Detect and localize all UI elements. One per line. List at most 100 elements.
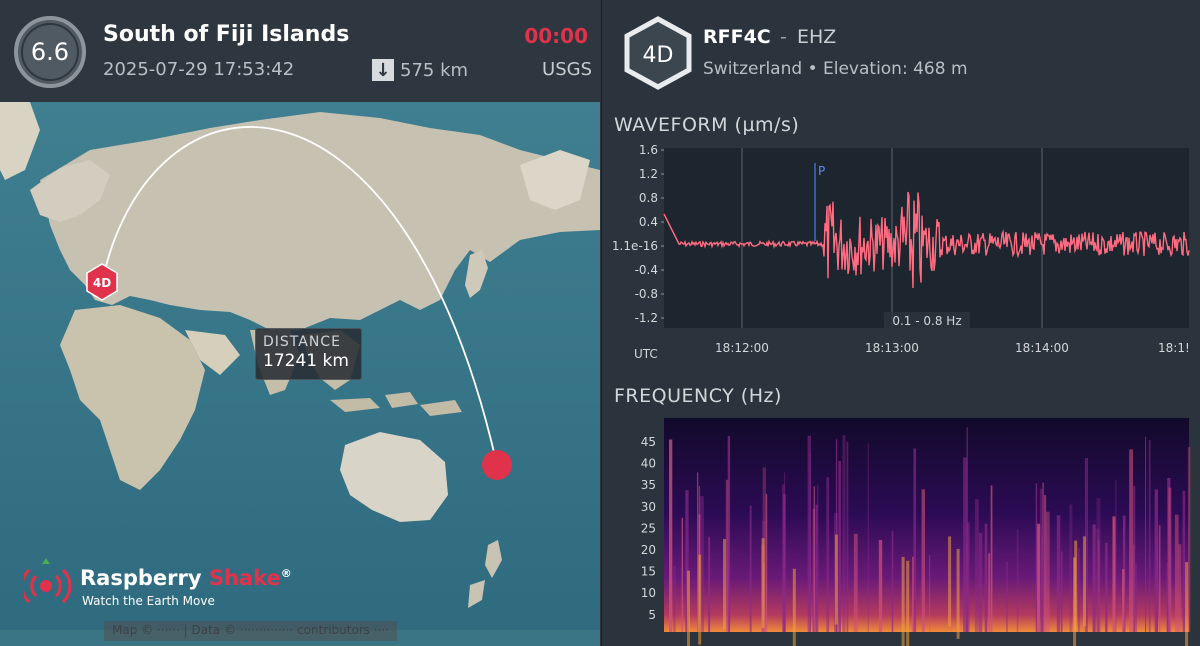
spectrogram-streak	[1035, 483, 1038, 632]
spectrogram-bright-streak	[1083, 536, 1086, 627]
spectrogram-streak	[1045, 511, 1050, 632]
depth-arrow-icon: ↓	[372, 59, 394, 81]
event-depth: ↓ 575 km	[372, 59, 468, 81]
spectrogram-streak	[1135, 563, 1137, 632]
filter-label: 0.1 - 0.8 Hz	[892, 314, 961, 328]
waveform-y-tick: 0.4	[639, 215, 658, 229]
spectrogram-streak	[1039, 488, 1044, 632]
spectrogram-streak	[1096, 498, 1101, 632]
spectrogram-streak	[669, 439, 673, 632]
spectrogram-streak	[1182, 490, 1186, 632]
spectrogram-bright-streak	[1073, 557, 1077, 646]
event-source[interactable]: USGS	[542, 59, 592, 80]
waveform-x-tick: 18:13:00	[865, 341, 919, 355]
spectrogram-streak	[842, 435, 846, 632]
raspberry-shake-icon	[24, 558, 72, 604]
spectrogram-streak	[1105, 543, 1108, 632]
spectrogram-chart[interactable]: 45 40 35 30 25 20 15 10 5	[602, 412, 1200, 646]
spectrogram-streak	[1069, 504, 1073, 632]
spectrogram-y-tick: 30	[641, 500, 656, 514]
spectrogram-streak	[838, 461, 841, 632]
spectrogram-streak	[913, 448, 917, 632]
spectrogram-streak	[966, 427, 968, 632]
elapsed-timer: 00:00	[524, 24, 588, 48]
utc-label: UTC	[634, 347, 658, 361]
waveform-y-tick: 1.2	[639, 167, 658, 181]
raspberry-shake-logo[interactable]: Raspberry Shake® Watch the Earth Move	[24, 556, 324, 612]
spectrogram-streak	[978, 533, 983, 632]
spectrogram-streak	[1016, 529, 1019, 632]
spectrogram-bright-streak	[948, 536, 952, 627]
spectrogram-streak	[1122, 569, 1125, 632]
spectrogram-streak	[1036, 523, 1041, 632]
logo-name: Raspberry Shake®	[80, 566, 292, 590]
spectrogram-streak	[984, 523, 988, 632]
spectrogram-streak	[708, 536, 711, 632]
logo-reg: ®	[280, 567, 292, 580]
spectrogram-bright-streak	[761, 538, 765, 629]
spectrogram-streak	[1156, 536, 1158, 632]
spectrogram-streak	[1148, 439, 1151, 632]
spectrogram-streak	[1129, 449, 1133, 632]
spectrogram-bright-streak	[901, 556, 905, 646]
spectrogram-bright-streak	[906, 560, 910, 646]
distance-tooltip: DISTANCE 17241 km	[255, 328, 362, 380]
spectrogram-streak	[813, 486, 815, 632]
map-attribution[interactable]: Map © ······ | Data © ·············· con…	[104, 621, 398, 641]
event-title[interactable]: South of Fiji Islands	[103, 22, 349, 47]
spectrogram-bright-streak	[687, 570, 690, 646]
waveform-y-tick: -0.8	[635, 287, 658, 301]
spectrogram-streak	[846, 441, 849, 632]
spectrogram-streak	[1174, 514, 1179, 632]
spectrogram-y-tick: 35	[641, 478, 656, 492]
spectrogram-streak	[929, 554, 931, 632]
station-separator: -	[780, 26, 787, 48]
spectrogram-streak	[1078, 548, 1080, 632]
spectrogram-streak	[1168, 487, 1172, 632]
spectrogram-streak	[990, 485, 993, 632]
epicenter-marker[interactable]	[482, 450, 512, 480]
spectrogram-streak	[912, 556, 914, 632]
spectrogram-y-tick: 20	[641, 543, 656, 557]
event-panel: 6.6 South of Fiji Islands 2025-07-29 17:…	[0, 0, 600, 646]
spectrogram-y-tick: 40	[641, 457, 656, 471]
spectrogram-bright-streak	[834, 534, 838, 625]
world-map[interactable]: 4D DISTANCE 17241 km Raspberry Shake® Wa…	[0, 102, 600, 646]
waveform-svg[interactable]: 1.6 1.2 0.8 0.4 1.1e-16 -0.4 -0.8 -1.2 18:12:00…	[602, 138, 1200, 368]
waveform-y-tick: 1.1e-16	[612, 239, 658, 253]
waveform-x-tick: 18:14:00	[1015, 341, 1069, 355]
spectrogram-streak	[1056, 515, 1061, 632]
filter-badge: 0.1 - 0.8 Hz	[884, 312, 970, 329]
spectrogram-y-tick: 45	[641, 435, 656, 449]
station-code[interactable]: RFF4C	[703, 26, 771, 48]
spectrogram-streak	[1044, 495, 1047, 632]
spectrogram-streak	[697, 472, 699, 632]
spectrogram-streak	[784, 472, 786, 632]
waveform-title: WAVEFORM (µm/s)	[614, 114, 800, 136]
spectrogram-streak	[816, 485, 819, 632]
spectrogram-streak	[988, 553, 991, 632]
spectrogram-streak	[1061, 551, 1063, 632]
spectrogram-y-tick: 15	[641, 565, 656, 579]
station-badge-label: 4D	[643, 43, 674, 68]
spectrogram-streak	[673, 566, 676, 632]
spectrogram-bright-streak	[792, 568, 796, 646]
station-marker-label: 4D	[93, 276, 111, 290]
spectrogram-bright-streak	[698, 554, 702, 645]
event-datetime: 2025-07-29 17:53:42	[103, 59, 295, 80]
station-panel: 4D RFF4C - EHZ Switzerland • Elevation: …	[601, 0, 1200, 646]
waveform-x-tick: 18:12:00	[715, 341, 769, 355]
spectrogram-streak	[1145, 436, 1147, 632]
spectrogram-y-tick: 25	[641, 521, 656, 535]
waveform-chart[interactable]: 1.6 1.2 0.8 0.4 1.1e-16 -0.4 -0.8 -1.2 18:12:00…	[602, 138, 1200, 368]
logo-tagline: Watch the Earth Move	[82, 594, 215, 608]
spectrogram-streak	[1112, 516, 1116, 632]
spectrogram-streak	[853, 533, 858, 632]
spectrogram-streak	[749, 505, 752, 632]
logo-name-b: Shake	[208, 566, 281, 590]
spectrogram-streak	[891, 531, 894, 632]
spectrogram-svg[interactable]: 45 40 35 30 25 20 15 10 5	[602, 412, 1200, 646]
spectrogram-streak	[867, 443, 870, 632]
spectrogram-streak	[974, 499, 979, 632]
p-arrival-label: P	[818, 164, 825, 178]
